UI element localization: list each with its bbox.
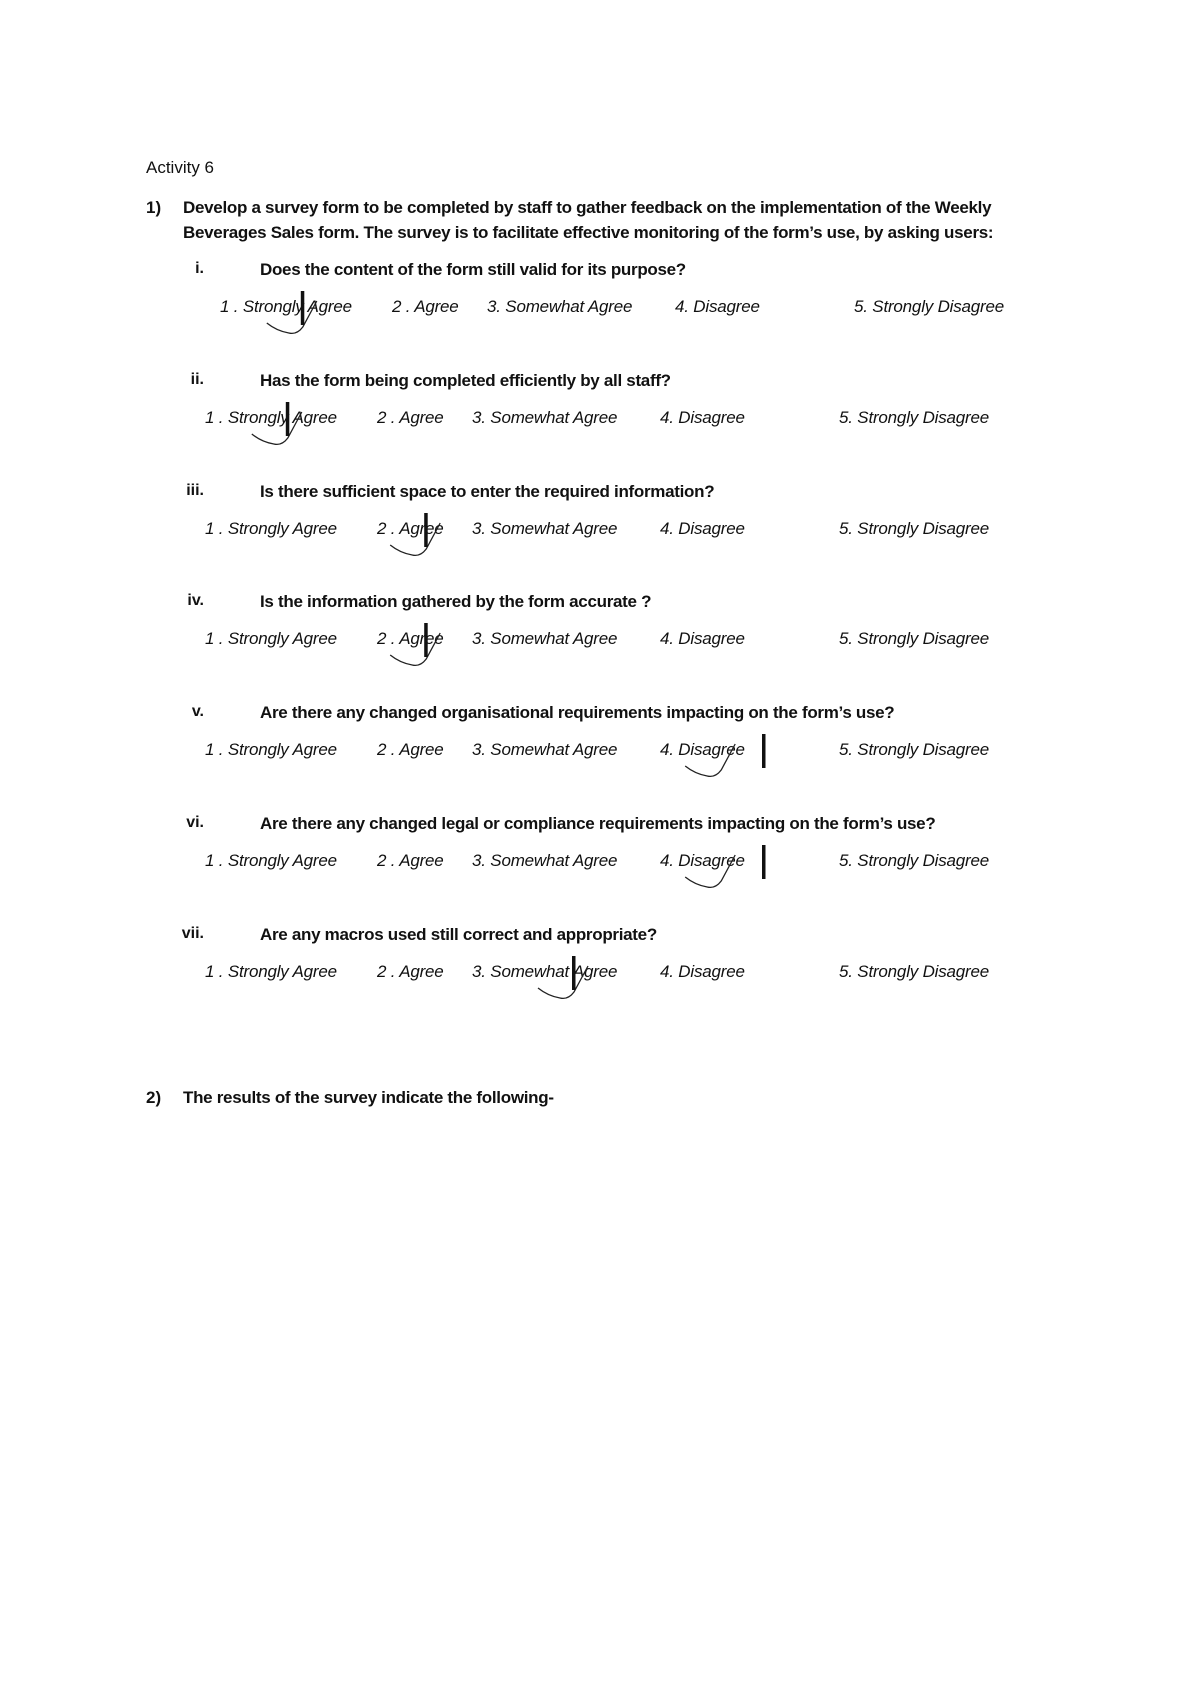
text-cursor-mark: [762, 845, 766, 879]
question-text: Is there sufficient space to enter the r…: [260, 482, 715, 501]
rating-option-2[interactable]: 2 . Agree: [377, 740, 444, 760]
question-text: Are any macros used still correct and ap…: [260, 925, 657, 944]
rating-option-1[interactable]: 1 . Strongly Agree: [205, 851, 337, 871]
question-text: Has the form being completed efficiently…: [260, 371, 671, 390]
question-numeral: i.: [195, 260, 204, 277]
rating-option-1[interactable]: 1 . Strongly Agree: [205, 519, 337, 539]
rating-option-5[interactable]: 5. Strongly Disagree: [854, 297, 1004, 317]
rating-option-4[interactable]: 4. Disagree: [660, 962, 745, 982]
question-text: Is the information gathered by the form …: [260, 592, 652, 611]
part1-instructions-line1: Develop a survey form to be completed by…: [183, 198, 992, 217]
rating-option-2[interactable]: 2 . Agree: [377, 851, 444, 871]
rating-option-4[interactable]: 4. Disagree: [675, 297, 760, 317]
rating-option-3[interactable]: 3. Somewhat Agree: [472, 519, 617, 539]
question-numeral: iv.: [187, 592, 204, 609]
part1-number: 1): [146, 198, 162, 217]
handwritten-marks: [251, 291, 766, 1000]
question-text: Are there any changed legal or complianc…: [260, 814, 936, 833]
question-numeral: vii.: [181, 925, 204, 942]
rating-option-4[interactable]: 4. Disagree: [660, 629, 745, 649]
part2-number: 2): [146, 1088, 162, 1107]
rating-option-5[interactable]: 5. Strongly Disagree: [839, 519, 989, 539]
text-cursor-mark: [762, 734, 766, 768]
rating-option-4[interactable]: 4. Disagree: [660, 519, 745, 539]
rating-option-5[interactable]: 5. Strongly Disagree: [839, 851, 989, 871]
question-numeral: iii.: [186, 482, 204, 499]
question-numeral: vi.: [186, 814, 204, 831]
part1-instructions-line2: Beverages Sales form. The survey is to f…: [183, 223, 994, 242]
rating-option-2[interactable]: 2 . Agree: [377, 629, 444, 649]
rating-option-1[interactable]: 1 . Strongly Agree: [220, 297, 352, 317]
part2-text: The results of the survey indicate the f…: [183, 1088, 554, 1107]
rating-option-4[interactable]: 4. Disagree: [660, 851, 745, 871]
rating-option-2[interactable]: 2 . Agree: [377, 962, 444, 982]
rating-option-2[interactable]: 2 . Agree: [377, 519, 444, 539]
question-numeral: ii.: [190, 371, 204, 388]
question-text: Does the content of the form still valid…: [260, 260, 686, 279]
question-numeral: v.: [191, 703, 204, 720]
rating-option-2[interactable]: 2 . Agree: [377, 408, 444, 428]
rating-option-1[interactable]: 1 . Strongly Agree: [205, 629, 337, 649]
rating-option-3[interactable]: 3. Somewhat Agree: [472, 851, 617, 871]
rating-option-3[interactable]: 3. Somewhat Agree: [472, 740, 617, 760]
rating-option-3[interactable]: 3. Somewhat Agree: [487, 297, 632, 317]
rating-option-3[interactable]: 3. Somewhat Agree: [472, 962, 617, 982]
rating-option-1[interactable]: 1 . Strongly Agree: [205, 408, 337, 428]
rating-option-3[interactable]: 3. Somewhat Agree: [472, 629, 617, 649]
rating-option-5[interactable]: 5. Strongly Disagree: [839, 629, 989, 649]
rating-option-4[interactable]: 4. Disagree: [660, 740, 745, 760]
question-text: Are there any changed organisational req…: [260, 703, 895, 722]
rating-option-1[interactable]: 1 . Strongly Agree: [205, 740, 337, 760]
rating-option-2[interactable]: 2 . Agree: [392, 297, 459, 317]
rating-option-3[interactable]: 3. Somewhat Agree: [472, 408, 617, 428]
rating-option-5[interactable]: 5. Strongly Disagree: [839, 408, 989, 428]
rating-option-4[interactable]: 4. Disagree: [660, 408, 745, 428]
activity-title: Activity 6: [146, 158, 215, 177]
rating-option-5[interactable]: 5. Strongly Disagree: [839, 962, 989, 982]
rating-option-1[interactable]: 1 . Strongly Agree: [205, 962, 337, 982]
rating-option-5[interactable]: 5. Strongly Disagree: [839, 740, 989, 760]
